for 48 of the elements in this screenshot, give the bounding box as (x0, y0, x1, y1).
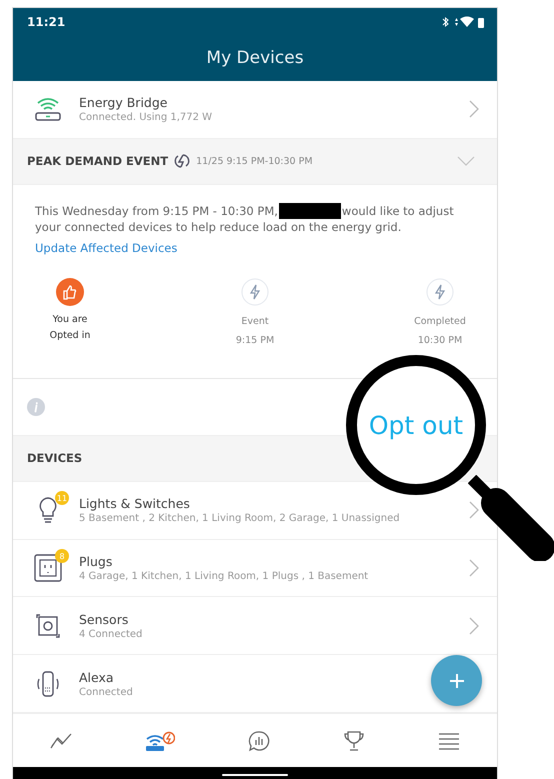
device-detail: 5 Basement , 2 Kitchen, 1 Living Room, 2 Garage, 1 Unassigned (79, 513, 400, 524)
wifi-router-icon (34, 96, 62, 122)
device-status: Connected. Using 1,772 W (79, 112, 212, 124)
status-time: 11:21 (27, 15, 66, 29)
stage-label: Completed 10:30 PM (414, 314, 466, 348)
page-title: My Devices (205, 47, 305, 70)
lightning-circle-icon (241, 278, 269, 306)
opt-out-button[interactable]: Opt out (368, 410, 464, 440)
outlet-icon (34, 554, 62, 582)
light-bulb-icon (37, 496, 59, 524)
trophy-icon (343, 730, 366, 752)
event-description: would like to adjust (342, 202, 454, 219)
stage-label: You are Opted in (50, 312, 90, 343)
lightning-circle-icon (426, 278, 454, 306)
trend-line-icon (50, 732, 72, 749)
event-description: your connected devices to help reduce load on the energy grid. (35, 220, 402, 234)
event-description: This Wednesday from 9:15 PM - 10:30 PM, (35, 202, 278, 219)
device-name: Plugs (79, 554, 112, 570)
section-title: PEAK DEMAND EVENT (27, 154, 168, 168)
info-icon[interactable] (27, 398, 45, 416)
menu-icon (438, 732, 460, 750)
sensor-icon (34, 612, 62, 640)
lightning-icon (174, 153, 190, 170)
device-name: Energy Bridge (79, 95, 168, 110)
chevron-down-icon[interactable] (457, 156, 475, 166)
stage-label: Event 9:15 PM (236, 314, 274, 348)
plus-icon (448, 672, 464, 688)
section-title: DEVICES (27, 451, 82, 466)
home-indicator (222, 774, 288, 776)
device-detail: 4 Garage, 1 Kitchen, 1 Living Room, 1 Plugs , 1 Basement (79, 571, 368, 582)
update-devices-link[interactable]: Update Affected Devices (35, 240, 178, 255)
chevron-right-icon[interactable] (469, 100, 479, 118)
redaction-bar (278, 202, 341, 219)
device-name: Alexa (79, 670, 114, 685)
router-lightning-icon (144, 730, 175, 752)
count-badge: 11 (55, 491, 69, 506)
status-icons (441, 16, 485, 28)
chevron-right-icon[interactable] (469, 616, 479, 635)
thumbs-up-icon (56, 278, 84, 306)
chevron-right-icon[interactable] (469, 559, 479, 578)
device-detail: Connected (79, 686, 133, 698)
device-name: Lights & Switches (79, 496, 190, 512)
device-name: Sensors (79, 612, 128, 627)
chat-bars-icon (248, 730, 270, 752)
device-detail: 4 Connected (79, 628, 142, 640)
chevron-right-icon[interactable] (469, 501, 479, 520)
count-badge: 8 (55, 549, 69, 564)
event-time: 11/25 9:15 PM-10:30 PM (196, 156, 314, 167)
